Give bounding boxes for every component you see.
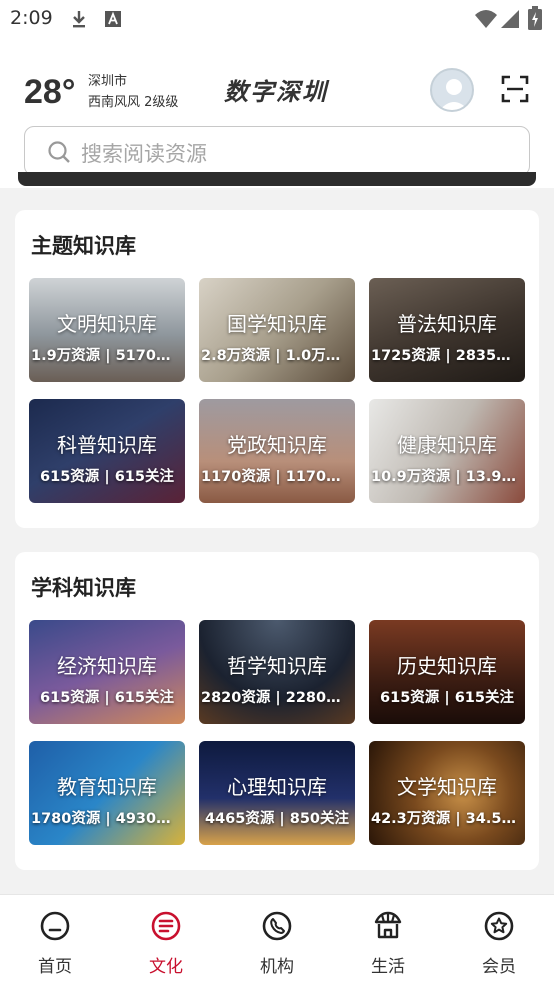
kb-tile-literature[interactable]: 文学知识库 42.3万资源 | 34.5万... <box>369 741 525 845</box>
wifi-icon <box>475 10 497 28</box>
kb-tile-stats: 2820资源 | 2280关注 <box>201 690 355 706</box>
kb-tile-title: 科普知识库 <box>57 433 157 457</box>
kb-tile-stats: 615资源 | 615关注 <box>380 690 514 706</box>
kb-tile-title: 心理知识库 <box>227 775 327 799</box>
status-time: 2:09 <box>10 7 53 29</box>
avatar[interactable] <box>430 68 474 112</box>
kb-tile-law[interactable]: 普法知识库 1725资源 | 2835关注 <box>369 278 525 382</box>
tab-label: 文化 <box>149 957 183 977</box>
kb-tile-health[interactable]: 健康知识库 10.9万资源 | 13.9万... <box>369 399 525 503</box>
search-placeholder: 搜索阅读资源 <box>81 142 207 166</box>
signal-icon <box>501 10 519 28</box>
text-a-icon <box>105 11 121 27</box>
topic-knowledge-section: 主题知识库 文明知识库 1.9万资源 | 5170关注 国学知识库 2.8万资源… <box>15 210 539 528</box>
status-bar: 2:09 <box>0 0 554 40</box>
bottom-tab-bar: 首页 文化 机构 生活 会员 <box>0 894 554 984</box>
tab-culture[interactable]: 文化 <box>111 895 221 984</box>
search-input[interactable]: 搜索阅读资源 <box>24 126 530 176</box>
kb-tile-title: 文学知识库 <box>397 775 497 799</box>
tab-member[interactable]: 会员 <box>444 895 554 984</box>
download-icon <box>73 11 85 28</box>
tab-life[interactable]: 生活 <box>333 895 443 984</box>
kb-tile-stats: 42.3万资源 | 34.5万... <box>371 811 525 827</box>
kb-tile-title: 文明知识库 <box>57 312 157 336</box>
battery-icon <box>528 6 542 30</box>
kb-tile-sinology[interactable]: 国学知识库 2.8万资源 | 1.0万关... <box>199 278 355 382</box>
kb-tile-title: 普法知识库 <box>397 312 497 336</box>
kb-tile-title: 哲学知识库 <box>227 654 327 678</box>
kb-tile-philosophy[interactable]: 哲学知识库 2820资源 | 2280关注 <box>199 620 355 724</box>
kb-tile-stats: 1170资源 | 1170关注 <box>201 469 355 485</box>
kb-tile-stats: 615资源 | 615关注 <box>40 690 174 706</box>
weather-city: 深圳市 <box>88 74 128 89</box>
home-icon <box>40 911 70 941</box>
tab-home[interactable]: 首页 <box>0 895 110 984</box>
kb-tile-economics[interactable]: 经济知识库 615资源 | 615关注 <box>29 620 185 724</box>
tab-label: 会员 <box>482 957 516 977</box>
kb-tile-stats: 10.9万资源 | 13.9万... <box>371 469 525 485</box>
life-icon <box>374 911 402 939</box>
kb-tile-title: 历史知识库 <box>397 654 497 678</box>
app-header: 28° 深圳市 西南风风 2级级 数字深圳 搜索阅读资源 <box>0 40 554 188</box>
kb-tile-stats: 615资源 | 615关注 <box>40 469 174 485</box>
kb-tile-stats: 2.8万资源 | 1.0万关... <box>201 348 355 364</box>
subject-knowledge-section: 学科知识库 经济知识库 615资源 | 615关注 哲学知识库 2820资源 |… <box>15 552 539 870</box>
banner-image-edge <box>18 172 536 186</box>
kb-tile-education[interactable]: 教育知识库 1780资源 | 4930关注 <box>29 741 185 845</box>
tab-label: 机构 <box>260 957 294 977</box>
kb-tile-title: 党政知识库 <box>227 433 327 457</box>
kb-tile-stats: 1.9万资源 | 5170关注 <box>31 348 185 364</box>
kb-tile-title: 教育知识库 <box>57 775 157 799</box>
kb-tile-psychology[interactable]: 心理知识库 4465资源 | 850关注 <box>199 741 355 845</box>
tab-label: 生活 <box>371 957 405 977</box>
app-logo: 数字深圳 <box>224 77 328 106</box>
kb-tile-civilization[interactable]: 文明知识库 1.9万资源 | 5170关注 <box>29 278 185 382</box>
tab-institutions[interactable]: 机构 <box>222 895 332 984</box>
kb-tile-title: 健康知识库 <box>397 433 497 457</box>
tab-label: 首页 <box>38 957 72 977</box>
kb-tile-science[interactable]: 科普知识库 615资源 | 615关注 <box>29 399 185 503</box>
kb-tile-stats: 1780资源 | 4930关注 <box>31 811 185 827</box>
phone-icon <box>262 911 292 941</box>
section-title: 主题知识库 <box>31 234 136 258</box>
weather-temperature: 28° <box>24 73 76 111</box>
section-title: 学科知识库 <box>31 576 136 600</box>
culture-icon <box>151 911 181 941</box>
kb-tile-title: 经济知识库 <box>57 654 157 678</box>
kb-tile-stats: 1725资源 | 2835关注 <box>371 348 525 364</box>
kb-tile-party-politics[interactable]: 党政知识库 1170资源 | 1170关注 <box>199 399 355 503</box>
user-avatar-icon <box>439 79 469 110</box>
kb-tile-history[interactable]: 历史知识库 615资源 | 615关注 <box>369 620 525 724</box>
search-icon <box>48 141 70 163</box>
weather-wind: 西南风风 2级级 <box>88 95 179 110</box>
kb-tile-title: 国学知识库 <box>227 312 327 336</box>
member-icon <box>484 911 514 941</box>
kb-tile-stats: 4465资源 | 850关注 <box>204 811 349 827</box>
scan-icon[interactable] <box>501 75 529 103</box>
